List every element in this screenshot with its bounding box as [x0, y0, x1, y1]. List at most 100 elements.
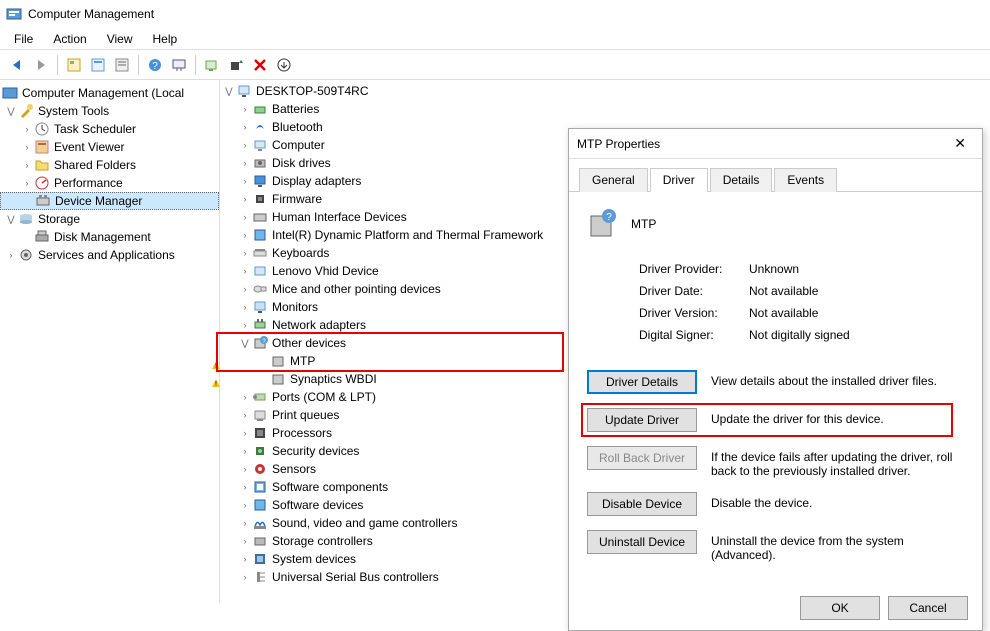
menu-help[interactable]: Help: [145, 30, 186, 48]
device-label: Keyboards: [272, 246, 329, 260]
extra-button[interactable]: [111, 54, 133, 76]
tree-task-scheduler[interactable]: › Task Scheduler: [0, 120, 219, 138]
tree-root-label: Computer Management (Local: [22, 86, 184, 100]
tree-label: Task Scheduler: [54, 122, 136, 136]
help-button[interactable]: ?: [144, 54, 166, 76]
device-name: MTP: [631, 217, 656, 231]
close-button[interactable]: ✕: [946, 131, 974, 156]
twisty-collapsed-icon[interactable]: ›: [238, 284, 252, 294]
twisty-collapsed-icon[interactable]: ›: [238, 428, 252, 438]
twisty-collapsed-icon[interactable]: ›: [238, 230, 252, 240]
properties-button[interactable]: [87, 54, 109, 76]
twisty-collapsed-icon[interactable]: ›: [238, 194, 252, 204]
menu-action[interactable]: Action: [45, 30, 94, 48]
twisty-collapsed-icon[interactable]: ›: [238, 392, 252, 402]
twisty-collapsed-icon[interactable]: ›: [238, 266, 252, 276]
tree-disk-management[interactable]: ›Disk Management: [0, 228, 219, 246]
twisty-collapsed-icon[interactable]: ›: [238, 500, 252, 510]
cancel-button[interactable]: Cancel: [888, 596, 968, 620]
device-label: Ports (COM & LPT): [272, 390, 376, 404]
menu-view[interactable]: View: [99, 30, 141, 48]
device-root[interactable]: ⋁DESKTOP-509T4RC: [220, 82, 990, 100]
date-label: Driver Date:: [639, 284, 749, 298]
tree-shared-folders[interactable]: ›Shared Folders: [0, 156, 219, 174]
twisty-collapsed-icon[interactable]: ›: [238, 176, 252, 186]
tree-storage[interactable]: ⋁Storage: [0, 210, 219, 228]
menu-file[interactable]: File: [6, 30, 41, 48]
device-label: Print queues: [272, 408, 339, 422]
device-icon: [270, 371, 286, 387]
device-icon: [252, 281, 268, 297]
device-label: Security devices: [272, 444, 359, 458]
device-label: Disk drives: [272, 156, 331, 170]
device-icon: [252, 461, 268, 477]
device-icon: [252, 245, 268, 261]
update-driver-button[interactable]: Update Driver: [587, 408, 697, 432]
twisty-collapsed-icon[interactable]: ›: [238, 572, 252, 582]
tree-performance[interactable]: › Performance: [0, 174, 219, 192]
twisty-collapsed-icon[interactable]: ›: [238, 482, 252, 492]
separator: [57, 55, 58, 75]
twisty-collapsed-icon[interactable]: ›: [238, 104, 252, 114]
delete-button[interactable]: [249, 54, 271, 76]
twisty-collapsed-icon[interactable]: ›: [20, 142, 34, 152]
tree-device-manager[interactable]: ›Device Manager: [0, 192, 219, 210]
tab-details[interactable]: Details: [710, 168, 773, 192]
console-tree-pane: Computer Management (Local ⋁ System Tool…: [0, 80, 220, 603]
twisty-expanded-icon[interactable]: ⋁: [238, 338, 252, 349]
update-button[interactable]: [225, 54, 247, 76]
device-batteries[interactable]: › Batteries: [220, 100, 990, 118]
tree-system-tools[interactable]: ⋁ System Tools: [0, 102, 219, 120]
provider-label: Driver Provider:: [639, 262, 749, 276]
disable-device-button[interactable]: Disable Device: [587, 492, 697, 516]
device-icon: [236, 83, 252, 99]
twisty-collapsed-icon[interactable]: ›: [238, 518, 252, 528]
twisty-collapsed-icon[interactable]: ›: [238, 410, 252, 420]
forward-button[interactable]: [30, 54, 52, 76]
twisty-expanded-icon[interactable]: ⋁: [4, 214, 18, 225]
device-icon: [252, 119, 268, 135]
down-button[interactable]: [273, 54, 295, 76]
storage-icon: [18, 211, 34, 227]
version-value: Not available: [749, 306, 818, 320]
dialog-footer: OK Cancel: [569, 586, 982, 630]
tab-general[interactable]: General: [579, 168, 648, 192]
twisty-collapsed-icon[interactable]: ›: [4, 250, 18, 260]
show-hide-tree-button[interactable]: [63, 54, 85, 76]
twisty-collapsed-icon[interactable]: ›: [238, 140, 252, 150]
twisty-collapsed-icon[interactable]: ›: [238, 158, 252, 168]
back-button[interactable]: [6, 54, 28, 76]
tree-services[interactable]: ›Services and Applications: [0, 246, 219, 264]
twisty-collapsed-icon[interactable]: ›: [20, 178, 34, 188]
device-icon: [252, 407, 268, 423]
ok-button[interactable]: OK: [800, 596, 880, 620]
twisty-expanded-icon[interactable]: ⋁: [222, 86, 236, 97]
twisty-collapsed-icon[interactable]: ›: [238, 554, 252, 564]
tree-event-viewer[interactable]: ›Event Viewer: [0, 138, 219, 156]
tab-driver[interactable]: Driver: [650, 168, 708, 192]
twisty-collapsed-icon[interactable]: ›: [20, 124, 34, 134]
svg-text:!: !: [215, 381, 217, 387]
twisty-collapsed-icon[interactable]: ›: [238, 464, 252, 474]
twisty-collapsed-icon[interactable]: ›: [238, 536, 252, 546]
driver-details-button[interactable]: Driver Details: [587, 370, 697, 394]
twisty-collapsed-icon[interactable]: ›: [20, 160, 34, 170]
scan-button[interactable]: [201, 54, 223, 76]
tree-label: Performance: [54, 176, 123, 190]
tree-root[interactable]: Computer Management (Local: [0, 84, 219, 102]
twisty-collapsed-icon[interactable]: ›: [238, 302, 252, 312]
refresh-button[interactable]: [168, 54, 190, 76]
device-label: Batteries: [272, 102, 319, 116]
twisty-collapsed-icon[interactable]: ›: [238, 122, 252, 132]
tools-icon: [18, 103, 34, 119]
device-label: Software devices: [272, 498, 363, 512]
tab-events[interactable]: Events: [774, 168, 837, 192]
twisty-collapsed-icon[interactable]: ›: [238, 320, 252, 330]
twisty-collapsed-icon[interactable]: ›: [238, 248, 252, 258]
separator: [138, 55, 139, 75]
twisty-expanded-icon[interactable]: ⋁: [4, 106, 18, 117]
twisty-collapsed-icon[interactable]: ›: [238, 212, 252, 222]
twisty-collapsed-icon[interactable]: ›: [238, 446, 252, 456]
computer-mgmt-icon: [2, 85, 18, 101]
uninstall-device-button[interactable]: Uninstall Device: [587, 530, 697, 554]
